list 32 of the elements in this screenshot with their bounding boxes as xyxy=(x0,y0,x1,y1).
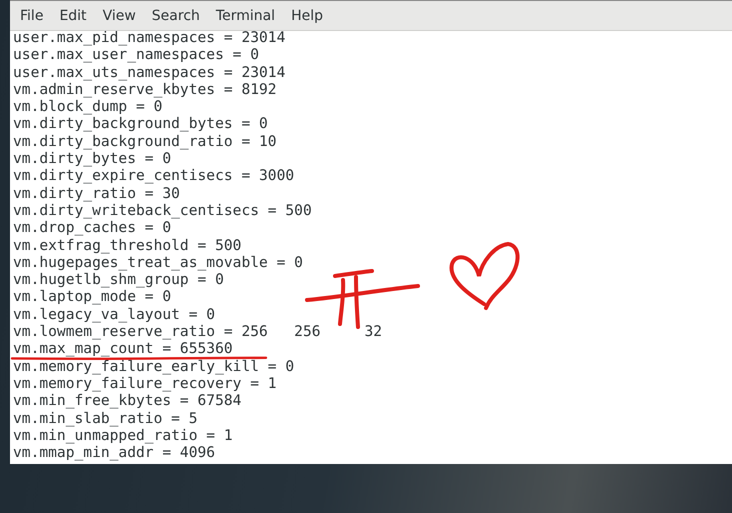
menu-item[interactable]: Help xyxy=(284,4,330,28)
output-line: vm.dirty_writeback_centisecs = 500 xyxy=(13,204,312,218)
output-line: vm.max_map_count = 655360 xyxy=(13,342,233,356)
output-line: vm.min_unmapped_ratio = 1 xyxy=(13,428,233,443)
menu-item[interactable]: Edit xyxy=(52,4,94,28)
menu-item[interactable]: File xyxy=(13,4,50,28)
output-line: vm.memory_failure_early_kill = 0 xyxy=(13,360,294,374)
output-line: vm.mmap_min_addr = 4096 xyxy=(13,446,216,460)
output-line: vm.laptop_mode = 0 xyxy=(13,290,172,304)
menu-item[interactable]: Search xyxy=(144,4,207,28)
output-line: vm.dirty_background_ratio = 10 xyxy=(13,134,277,149)
output-line: vm.drop_caches = 0 xyxy=(13,221,172,236)
output-line: vm.dirty_background_bytes = 0 xyxy=(13,117,268,132)
output-line: vm.dirty_bytes = 0 xyxy=(13,152,172,166)
output-line: user.max_user_namespaces = 0 xyxy=(13,48,260,62)
output-line: vm.memory_failure_recovery = 1 xyxy=(13,376,277,391)
output-line: user.max_pid_namespaces = 23014 xyxy=(13,31,286,45)
output-line: vm.lowmem_reserve_ratio = 256 256 32 xyxy=(13,325,382,340)
heart-drawing xyxy=(450,242,520,310)
output-line: vm.min_slab_ratio = 5 xyxy=(13,412,198,426)
output-line: vm.extfrag_threshold = 500 xyxy=(13,238,242,253)
output-line: vm.admin_reserve_kbytes = 8192 xyxy=(13,82,277,97)
menu-item[interactable]: Terminal xyxy=(208,4,282,28)
output-line: vm.dirty_expire_centisecs = 3000 xyxy=(13,169,294,184)
menu-item[interactable]: View xyxy=(96,4,143,28)
output-line: vm.min_free_kbytes = 67584 xyxy=(13,394,242,408)
output-line: vm.dirty_ratio = 30 xyxy=(13,186,180,201)
output-line: vm.block_dump = 0 xyxy=(13,100,162,114)
output-line: vm.legacy_va_layout = 0 xyxy=(13,308,216,322)
output-line: vm.hugetlb_shm_group = 0 xyxy=(13,273,224,288)
output-line: vm.hugepages_treat_as_movable = 0 xyxy=(13,256,303,270)
output-line: user.max_uts_namespaces = 23014 xyxy=(13,66,286,80)
